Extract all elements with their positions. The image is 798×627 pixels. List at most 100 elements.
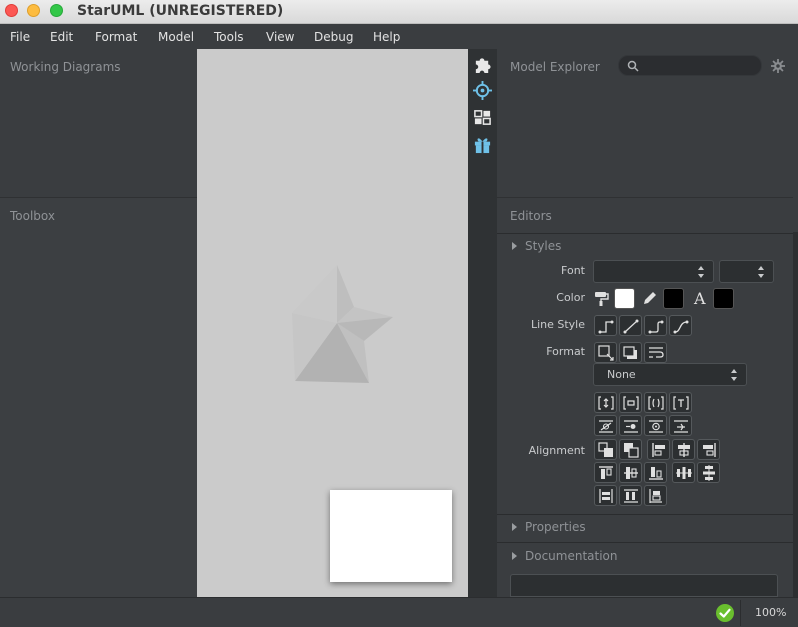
send-to-back-button[interactable] <box>619 439 642 460</box>
show-property-button[interactable] <box>644 415 667 436</box>
menu-model[interactable]: Model <box>158 30 194 44</box>
zoom-level[interactable]: 100% <box>755 606 786 619</box>
window-title: StarUML (UNREGISTERED) <box>77 3 284 19</box>
gear-icon[interactable] <box>771 59 785 73</box>
menu-format[interactable]: Format <box>95 30 137 44</box>
properties-section-header[interactable]: Properties <box>497 517 793 539</box>
word-wrap-button[interactable] <box>644 342 667 363</box>
set-height-equally-button[interactable] <box>619 485 642 506</box>
stereotype-display-select[interactable]: None <box>593 363 747 386</box>
menu-bar: File Edit Format Model Tools View Debug … <box>0 25 798 49</box>
visibility-icon <box>599 420 613 433</box>
menu-file[interactable]: File <box>10 30 30 44</box>
align-right-icon <box>703 443 716 457</box>
right-sidebar-toolbar <box>468 49 497 597</box>
rectilinear-line-icon <box>598 320 614 334</box>
line-color-swatch[interactable] <box>663 288 684 309</box>
suppress-attributes-button[interactable] <box>594 392 617 413</box>
working-diagrams-title: Working Diagrams <box>10 60 121 74</box>
close-window-button[interactable] <box>5 4 18 17</box>
extension-icon[interactable] <box>473 55 492 74</box>
menu-debug[interactable]: Debug <box>314 30 353 44</box>
font-family-select[interactable] <box>593 260 714 283</box>
show-visibility-button[interactable] <box>594 415 617 436</box>
line-style-rectilinear-button[interactable] <box>594 315 617 336</box>
suppress-operations-button[interactable] <box>619 392 642 413</box>
model-explorer-title: Model Explorer <box>510 60 600 74</box>
search-icon <box>627 60 639 72</box>
align-bottom-icon <box>649 467 663 480</box>
space-equally-horizontally-button[interactable] <box>672 462 695 483</box>
align-top-button[interactable] <box>594 462 617 483</box>
bring-to-front-button[interactable] <box>594 439 617 460</box>
styles-section-header[interactable]: Styles <box>497 236 793 258</box>
align-middle-icon <box>624 467 638 479</box>
show-shadow-button[interactable] <box>619 342 642 363</box>
shadow-icon <box>623 346 637 359</box>
collapse-triangle-icon <box>512 242 517 250</box>
line-style-curve-button[interactable] <box>669 315 692 336</box>
staruml-logo-watermark <box>292 265 393 383</box>
crosshair-icon[interactable] <box>473 81 492 100</box>
divider <box>497 233 793 234</box>
documentation-section-header[interactable]: Documentation <box>497 546 793 568</box>
line-style-oblique-button[interactable] <box>619 315 642 336</box>
validation-ok-icon[interactable] <box>716 604 734 622</box>
menu-help[interactable]: Help <box>373 30 400 44</box>
model-explorer-search-input[interactable] <box>618 55 762 76</box>
diagram-canvas[interactable] <box>197 49 468 597</box>
pencil-icon <box>644 292 656 304</box>
diagram-minimap[interactable] <box>330 490 452 582</box>
gift-icon[interactable] <box>473 135 492 154</box>
align-middle-button[interactable] <box>619 462 642 483</box>
maximize-window-button[interactable] <box>50 4 63 17</box>
documentation-header-label: Documentation <box>525 549 618 563</box>
text-color-icon: A <box>694 289 706 308</box>
divider <box>497 542 793 543</box>
properties-header-label: Properties <box>525 520 586 534</box>
attributes-icon <box>598 396 614 410</box>
menu-tools[interactable]: Tools <box>214 30 244 44</box>
layout-icon[interactable] <box>473 108 492 127</box>
show-operation-signature-button[interactable] <box>619 415 642 436</box>
working-diagrams-panel[interactable]: Working Diagrams <box>0 49 197 197</box>
align-left-button[interactable] <box>647 439 670 460</box>
fill-color-swatch[interactable] <box>614 288 635 309</box>
word-wrap-icon <box>649 347 664 358</box>
toolbox-title: Toolbox <box>10 209 55 223</box>
status-separator <box>740 600 741 626</box>
set-width-equally-button[interactable] <box>594 485 617 506</box>
font-color-swatch[interactable] <box>713 288 734 309</box>
styles-header-label: Styles <box>525 239 562 253</box>
align-top-icon <box>599 466 613 479</box>
editors-panel: Editors Styles Font Color A Line Style F… <box>497 197 793 597</box>
show-namespace-button[interactable] <box>669 415 692 436</box>
color-label: Color <box>556 291 585 304</box>
oblique-line-icon <box>623 319 639 334</box>
suppress-receptions-button[interactable] <box>644 392 667 413</box>
menu-edit[interactable]: Edit <box>50 30 73 44</box>
documentation-textarea[interactable] <box>510 574 778 597</box>
minimize-window-button[interactable] <box>27 4 40 17</box>
operations-icon <box>623 396 639 410</box>
align-center-button[interactable] <box>672 439 695 460</box>
font-label: Font <box>561 264 585 277</box>
suppress-literals-button[interactable] <box>669 392 692 413</box>
align-right-button[interactable] <box>697 439 720 460</box>
literals-icon <box>673 396 689 410</box>
space-horizontal-icon <box>676 467 692 479</box>
rounded-line-icon <box>648 320 664 334</box>
expand-triangle-icon <box>512 552 517 560</box>
select-arrows-icon <box>698 266 704 278</box>
auto-resize-button[interactable] <box>594 342 617 363</box>
space-equally-vertically-button[interactable] <box>697 462 720 483</box>
equal-width-icon <box>599 489 613 503</box>
menu-view[interactable]: View <box>266 30 294 44</box>
editors-scrollbar[interactable] <box>793 232 798 597</box>
font-size-select[interactable] <box>719 260 774 283</box>
alignment-label: Alignment <box>528 444 585 457</box>
line-style-rounded-button[interactable] <box>644 315 667 336</box>
align-bottom-button[interactable] <box>644 462 667 483</box>
toolbox-panel[interactable]: Toolbox <box>0 197 197 597</box>
set-size-equally-button[interactable] <box>644 485 667 506</box>
